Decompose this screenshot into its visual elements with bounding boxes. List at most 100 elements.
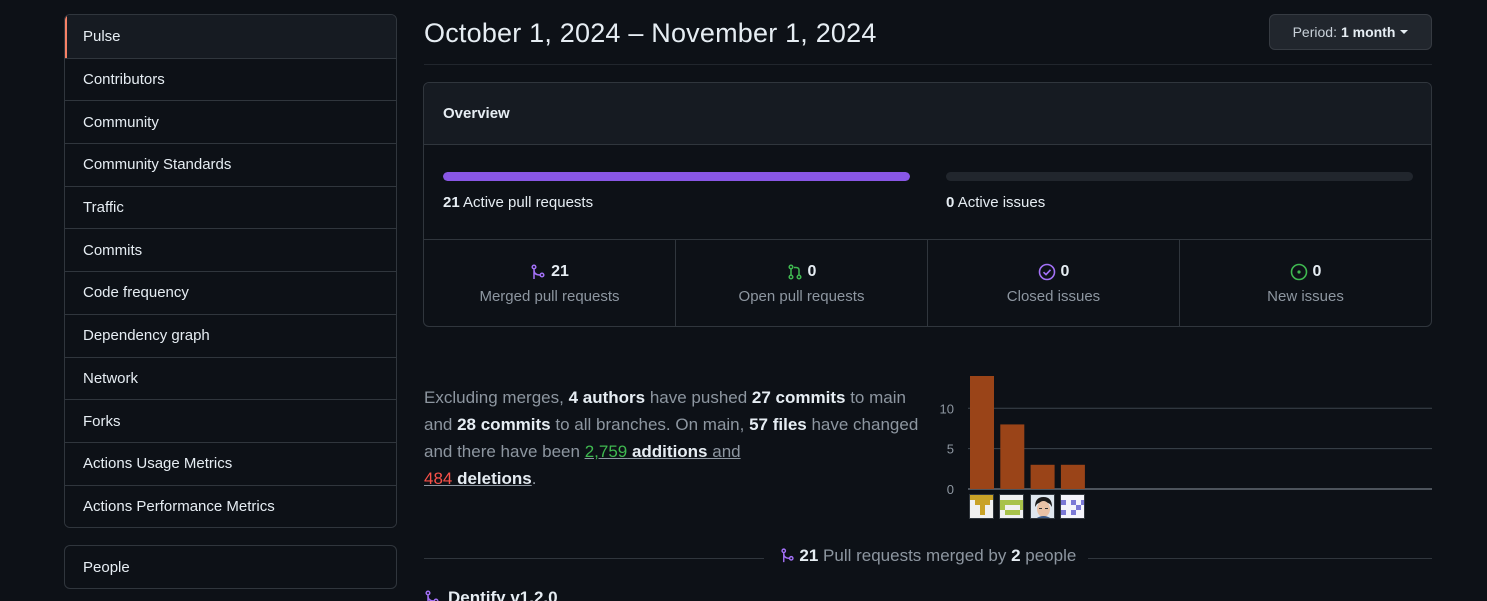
- sidebar-item-actions-usage-metrics[interactable]: Actions Usage Metrics: [65, 441, 396, 485]
- user-photo-icon: [1031, 495, 1054, 518]
- chart-bar-2[interactable]: [1000, 424, 1025, 489]
- active-issues-link[interactable]: 0 Active issues: [946, 194, 1045, 211]
- merged-by-text: 21 Pull requests merged by 2 people: [424, 546, 1432, 566]
- issues-progress: [946, 172, 1413, 181]
- author-avatar-4[interactable]: [1060, 494, 1085, 519]
- closed-issues-count: 0: [1060, 263, 1070, 280]
- sidebar-item-label: Dependency graph: [83, 327, 210, 345]
- sidebar-item-label: Actions Usage Metrics: [83, 455, 233, 473]
- merged-pull-request-item[interactable]: Dentify v1.2.0: [424, 588, 558, 601]
- git-merge-icon: [425, 590, 439, 601]
- active-issues-count: 0: [946, 194, 955, 211]
- overview-stats: 21 Merged pull requests 0 Open pull requ…: [424, 240, 1431, 326]
- open-pull-requests-count: 0: [807, 263, 817, 280]
- active-issues-label: Active issues: [957, 194, 1046, 211]
- summary-text: .: [531, 469, 537, 488]
- issue-opened-icon: [1290, 263, 1307, 281]
- active-pull-requests-link[interactable]: 21 Active pull requests: [443, 194, 593, 211]
- merged-people-count: 2: [1011, 546, 1021, 565]
- new-issues-stat[interactable]: 0 New issues: [1179, 240, 1431, 326]
- summary-text: to all branches. On main,: [550, 415, 750, 434]
- sidebar-item-community-standards[interactable]: Community Standards: [65, 143, 396, 186]
- summary-text: have pushed: [645, 388, 752, 407]
- merged-pull-requests-label: Merged pull requests: [479, 288, 620, 305]
- pull-requests-progress: [443, 172, 910, 181]
- open-pull-requests-stat[interactable]: 0 Open pull requests: [675, 240, 927, 326]
- deletions-word: deletions: [452, 469, 532, 488]
- overview-title: Overview: [424, 83, 1431, 145]
- active-pull-requests-count: 21: [443, 194, 460, 211]
- sidebar-item-commits[interactable]: Commits: [65, 228, 396, 272]
- author-avatar-3[interactable]: [1030, 494, 1055, 519]
- sidebar-item-label: Pulse: [83, 27, 121, 45]
- author-avatar-2[interactable]: [999, 494, 1024, 519]
- caret-down-icon: [1400, 30, 1409, 34]
- git-pull-request-icon: [787, 264, 802, 280]
- sidebar-item-label: Contributors: [83, 71, 165, 89]
- additions-word: additions: [627, 442, 708, 461]
- sidebar-item-label: Commits: [83, 241, 143, 259]
- people-sidebar: People: [64, 545, 397, 589]
- new-issues-label: New issues: [1267, 288, 1344, 305]
- issue-closed-icon: [1038, 263, 1055, 281]
- merged-pull-requests-count: 21: [551, 263, 569, 280]
- author-avatar-1[interactable]: [969, 494, 994, 519]
- files-count: 57 files: [749, 415, 807, 434]
- commits-main-count: 27 commits: [751, 388, 846, 407]
- additions-count: 2,759: [584, 442, 628, 461]
- commits-all-count: 28 commits: [457, 415, 551, 434]
- merged-text: people: [1020, 546, 1077, 565]
- chart-bar-3[interactable]: [1030, 464, 1055, 489]
- period-dropdown-button[interactable]: Period: 1 month: [1269, 14, 1432, 50]
- period-value: 1 month: [1340, 24, 1396, 40]
- chart-y-tick-label: 5: [947, 442, 954, 457]
- sidebar-item-label: Community Standards: [83, 156, 232, 174]
- sidebar-item-traffic[interactable]: Traffic: [65, 185, 396, 229]
- chart-y-tick-label: 10: [940, 401, 954, 416]
- summary-text: Excluding merges,: [424, 388, 569, 407]
- sidebar-item-code-frequency[interactable]: Code frequency: [65, 271, 396, 314]
- closed-issues-stat[interactable]: 0 Closed issues: [927, 240, 1179, 326]
- sidebar-item-network[interactable]: Network: [65, 356, 396, 400]
- sidebar-item-contributors[interactable]: Contributors: [65, 57, 396, 101]
- chart-bar-1[interactable]: [970, 376, 994, 489]
- sidebar-item-label: Traffic: [83, 199, 124, 217]
- closed-issues-label: Closed issues: [1006, 288, 1101, 305]
- title-divider: [424, 64, 1432, 65]
- commit-summary: Excluding merges, 4 authors have pushed …: [424, 384, 934, 492]
- sidebar-item-label: Forks: [83, 412, 121, 430]
- insights-sidebar: Pulse Contributors Community Community S…: [64, 14, 397, 529]
- additions-link[interactable]: 2,759 additions and: [585, 442, 741, 461]
- pull-request-title: Dentify v1.2.0: [448, 588, 558, 601]
- sidebar-item-label: Community: [83, 113, 159, 131]
- identicon-icon: [1000, 495, 1023, 518]
- sidebar-item-label: Actions Performance Metrics: [83, 497, 275, 515]
- merged-count: 21: [799, 546, 819, 565]
- active-pull-requests-label: Active pull requests: [463, 194, 594, 211]
- deletions-count: 484: [424, 469, 453, 488]
- sidebar-item-community[interactable]: Community: [65, 100, 396, 144]
- sidebar-item-people[interactable]: People: [65, 546, 396, 588]
- sidebar-item-label: Network: [83, 369, 139, 387]
- sidebar-item-forks[interactable]: Forks: [65, 399, 396, 442]
- git-merge-icon: [531, 264, 545, 279]
- pull-requests-progress-fill: [443, 172, 910, 181]
- deletions-link[interactable]: 484 deletions: [424, 469, 532, 488]
- chart-y-tick-label: 0: [947, 482, 954, 497]
- sidebar-item-dependency-graph[interactable]: Dependency graph: [65, 313, 396, 357]
- git-merge-icon: [781, 548, 794, 563]
- chart-bar-4[interactable]: [1060, 464, 1085, 489]
- sidebar-item-pulse[interactable]: Pulse: [65, 15, 396, 58]
- merged-pull-requests-stat[interactable]: 21 Merged pull requests: [424, 240, 675, 326]
- overview-bars: 21 Active pull requests 0 Active issues: [424, 145, 1431, 240]
- sidebar-item-label: People: [83, 558, 130, 576]
- open-pull-requests-label: Open pull requests: [738, 288, 865, 305]
- sidebar-item-actions-performance-metrics[interactable]: Actions Performance Metrics: [65, 484, 396, 528]
- identicon-icon: [970, 495, 993, 518]
- merged-text: Pull requests merged by: [818, 546, 1012, 565]
- overview-panel: Overview 21 Active pull requests 0 Activ…: [423, 82, 1432, 327]
- period-prefix: Period:: [1292, 24, 1337, 40]
- sidebar-item-label: Code frequency: [83, 284, 189, 302]
- and-word: and: [707, 442, 741, 461]
- authors-count: 4 authors: [568, 388, 646, 407]
